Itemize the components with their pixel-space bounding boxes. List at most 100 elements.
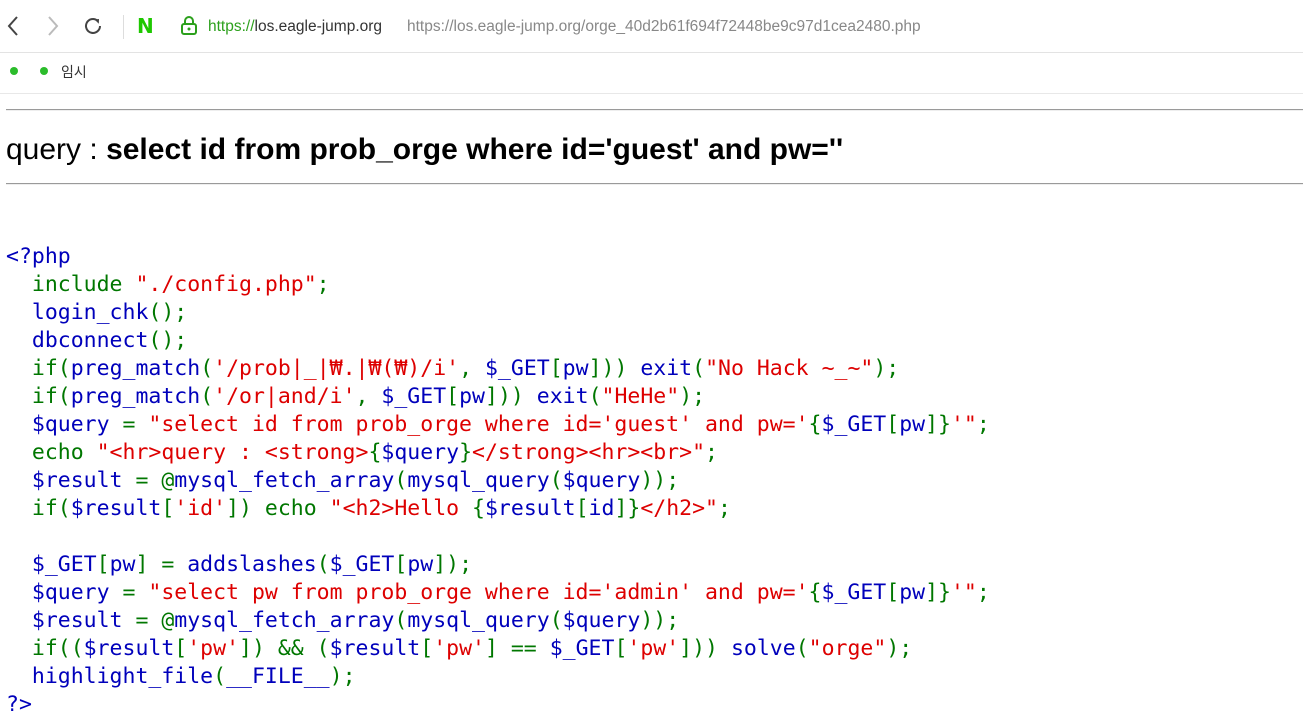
code-token: ]) && ( — [239, 636, 330, 661]
code-token: preg_match — [70, 356, 201, 381]
back-icon[interactable] — [0, 12, 26, 40]
code-line: echo "<hr>query : <strong>{$query}</stro… — [6, 439, 990, 467]
code-token: ); — [329, 664, 356, 689]
code-token: = — [122, 580, 149, 605]
code-line — [6, 523, 990, 551]
code-token: ( — [549, 468, 563, 493]
code-token: '" — [950, 580, 977, 605]
code-token: ]} — [925, 412, 951, 437]
code-token: $_GET — [821, 580, 887, 605]
code-line: if(($result['pw']) && ($result['pw'] == … — [6, 635, 990, 663]
code-token: echo — [6, 440, 97, 465]
code-token: if( — [6, 356, 71, 381]
code-token: , — [459, 356, 485, 381]
code-token: = — [122, 412, 149, 437]
code-line: dbconnect(); — [6, 327, 990, 355]
code-token: ( — [549, 608, 563, 633]
code-token: [ — [886, 580, 900, 605]
code-token: "HeHe" — [601, 384, 680, 409]
code-token: { — [368, 440, 382, 465]
code-line: if(preg_match('/or|and/i', $_GET[pw])) e… — [6, 383, 990, 411]
code-token: ])) — [679, 636, 731, 661]
code-token: { — [808, 412, 822, 437]
url-host: los.eagle-jump.org — [254, 18, 383, 35]
code-token: mysql_fetch_array — [174, 468, 395, 493]
code-token: __FILE__ — [226, 664, 330, 689]
bookmark-item-label[interactable]: 임시 — [61, 62, 87, 82]
reload-icon[interactable] — [80, 12, 106, 40]
code-token: $_GET — [329, 552, 395, 577]
code-token: ( — [394, 468, 408, 493]
browser-toolbar: N https://los.eagle-jump.org https://los… — [0, 0, 1303, 53]
code-line: ?> — [6, 691, 990, 719]
bookmark-folder-dot-icon[interactable] — [40, 67, 48, 75]
code-token: preg_match — [70, 384, 201, 409]
code-token: [ — [446, 384, 460, 409]
code-token: ])) — [485, 384, 537, 409]
code-token: $_GET — [381, 384, 447, 409]
address-bar-url[interactable]: https://los.eagle-jump.org/orge_40d2b61f… — [407, 18, 921, 36]
code-token: ( — [200, 356, 214, 381]
lock-icon[interactable] — [180, 16, 198, 36]
code-token: ); — [873, 356, 900, 381]
query-label: query : — [6, 133, 107, 166]
code-token: ( — [692, 356, 706, 381]
code-line: login_chk(); — [6, 299, 990, 327]
code-token: exit — [640, 356, 693, 381]
code-token: "select id from prob_orge where id='gues… — [148, 412, 809, 437]
code-token: if(( — [6, 636, 84, 661]
code-token: = @ — [135, 608, 175, 633]
code-token: pw — [899, 580, 926, 605]
code-line: $_GET[pw] = addslashes($_GET[pw]); — [6, 551, 990, 579]
code-token: = @ — [135, 468, 175, 493]
bookmarks-bar — [0, 53, 1303, 94]
code-token: "<h2>Hello — [329, 496, 473, 521]
code-token: ])) — [588, 356, 641, 381]
code-token: { — [472, 496, 485, 521]
forward-icon[interactable] — [40, 12, 66, 40]
code-token: 'pw' — [187, 636, 240, 661]
code-line: if($result['id']) echo "<h2>Hello {$resu… — [6, 495, 990, 523]
code-token: $query — [6, 580, 123, 605]
code-token: ; — [718, 496, 731, 521]
code-token: [ — [575, 496, 589, 521]
code-token: ] == — [484, 636, 550, 661]
bookmark-dot-icon[interactable] — [10, 67, 18, 75]
code-token: pw — [407, 552, 434, 577]
code-token: ; — [316, 272, 330, 297]
code-token: [ — [886, 412, 900, 437]
code-line: $query = "select id from prob_orge where… — [6, 411, 990, 439]
code-token: pw — [899, 412, 926, 437]
code-token: $_GET — [821, 412, 887, 437]
code-token: "<hr>query : <strong> — [96, 440, 369, 465]
code-line: $result = @mysql_fetch_array(mysql_query… — [6, 607, 990, 635]
code-token: solve — [730, 636, 796, 661]
code-token: [ — [394, 552, 408, 577]
code-token: ); — [886, 636, 913, 661]
code-token: ( — [795, 636, 809, 661]
code-token: highlight_file — [6, 664, 214, 689]
code-line: <?php — [6, 243, 990, 271]
code-token: addslashes — [187, 552, 317, 577]
naver-n-icon[interactable]: N — [137, 16, 157, 36]
code-token: $_GET — [6, 552, 97, 577]
code-token: 'pw' — [433, 636, 485, 661]
code-token: ; — [976, 412, 990, 437]
code-token: $result — [6, 468, 136, 493]
code-token: dbconnect — [6, 328, 149, 353]
code-token: pw — [562, 356, 589, 381]
php-source-code: <?php include "./config.php"; login_chk(… — [6, 243, 990, 719]
code-token: ?> — [6, 692, 32, 717]
toolbar-divider — [123, 15, 124, 39]
code-token: if( — [6, 496, 71, 521]
code-token: )); — [640, 468, 680, 493]
query-heading: query : select id from prob_orge where i… — [6, 133, 843, 167]
code-token: [ — [420, 636, 434, 661]
code-token: mysql_query — [407, 608, 550, 633]
code-token: $result — [484, 496, 576, 521]
code-token: ]); — [433, 552, 473, 577]
code-token: 'id' — [174, 496, 227, 521]
code-token: </strong><hr><br>" — [472, 440, 706, 465]
code-token: '" — [950, 412, 977, 437]
address-bar-origin[interactable]: https://los.eagle-jump.org — [208, 18, 382, 36]
